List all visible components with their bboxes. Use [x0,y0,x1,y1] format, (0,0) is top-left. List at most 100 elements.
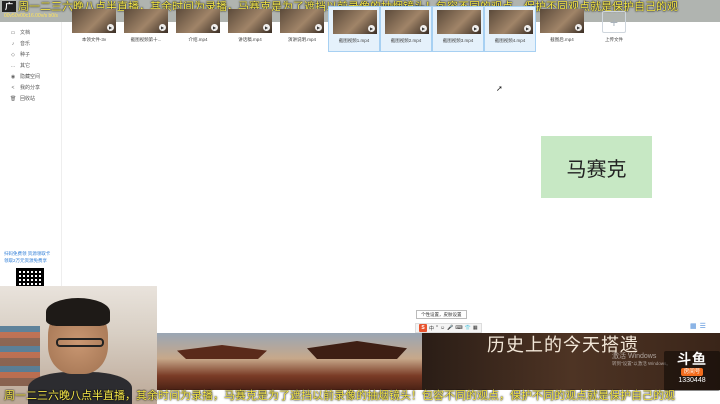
glasses-icon [56,338,104,347]
view-toggles: ▦ ☰ [690,322,706,330]
file-name: 介绍.mp4 [188,37,208,42]
chinese-mode-icon[interactable]: 中 [429,325,434,332]
sogou-icon[interactable]: S [419,324,427,332]
file-tile-selected[interactable]: ▶ 截图视频1.mp4 [328,6,380,52]
play-icon: ▶ [263,24,270,31]
play-icon: ▶ [524,25,531,32]
sidebar: ▭ 文档 ♪ 音乐 ◇ 种子 … 其它 ◉ 隐藏空间 < 我的分享 🗑 回收站 … [0,22,62,290]
mosaic-label-card: 马赛克 [541,136,652,198]
mouse-cursor-icon: ➚ [496,84,503,93]
seed-icon: ◇ [11,51,15,58]
file-name: 截图视频4.mp4 [494,38,526,43]
file-tile[interactable]: ▶ 截图视频第十... [120,6,172,52]
play-icon: ▶ [472,25,479,32]
douyu-logo: 斗鱼 [677,351,707,367]
play-icon: ▶ [368,25,375,32]
upload-label: 上传文件 [605,37,623,42]
file-tile[interactable]: ▶ 截图后.mp4 [536,6,588,52]
play-icon: ▶ [575,24,582,31]
video-strip: 历史上的今天搭遗 激活 Windows 转到"设置"以激活 Windows。 [157,333,720,390]
hidden-icon: ◉ [10,73,16,80]
tooltip: 个性设置，皮肤设置 [416,310,467,319]
qr-code-icon [16,268,44,288]
sidebar-item-other[interactable]: … 其它 [0,60,61,71]
file-name: 截图视频2.mp4 [390,38,422,43]
file-name: 讲话稿.mp4 [238,37,262,42]
video-thumbnail: ▶ [540,9,584,33]
plus-icon: + [602,11,626,33]
file-name: 截图视频第十... [130,37,162,42]
file-tile-selected[interactable]: ▶ 截图视频4.mp4 [484,6,536,52]
webcam-overlay [0,286,157,404]
sidebar-item-seeds[interactable]: ◇ 种子 [0,49,61,60]
microphone-icon[interactable]: 🎤 [447,325,453,331]
sidebar-item-docs[interactable]: ▭ 文档 [0,27,61,38]
file-tile-selected[interactable]: ▶ 截图视频3.mp4 [432,6,484,52]
skin-icon[interactable]: 👕 [465,325,471,331]
sidebar-item-label: 种子 [20,52,31,58]
sidebar-item-label: 其它 [20,63,31,69]
play-icon: ▶ [420,25,427,32]
sidebar-item-music[interactable]: ♪ 音乐 [0,38,61,49]
video-thumbnail: ▶ [385,10,429,34]
list-view-icon[interactable]: ☰ [700,322,706,330]
other-icon: … [10,62,16,69]
music-icon: ♪ [11,40,15,47]
file-tile[interactable]: ▶ 演讲说明.mp4 [276,6,328,52]
sidebar-item-label: 音乐 [20,41,31,47]
file-grid: ▶ 本领文件-3v ▶ 截图视频第十... ▶ 介绍.mp4 ▶ 讲话稿.mp4… [68,6,640,52]
file-icon: ▭ [10,29,16,36]
video-thumbnail: ▶ [228,9,272,33]
sidebar-item-label: 回收站 [20,96,36,102]
file-tile[interactable]: ▶ 介绍.mp4 [172,6,224,52]
bottom-marquee: 周一二三六晚八点半直播，其余时间为录播，马赛克是为了遮挡以前录像的抽烟镜头！包容… [4,390,675,402]
file-tile[interactable]: ▶ 本领文件-3v [68,6,120,52]
share-icon: < [11,84,15,91]
sidebar-item-label: 文档 [20,30,31,36]
punctuation-icon[interactable]: ° [436,325,438,331]
palace-image [157,333,422,390]
webcam-background [0,326,40,386]
emoji-icon[interactable]: ☺ [440,325,445,331]
webcam-person-hair [46,298,110,326]
promo-text[interactable]: 扫码免费领 资源领取卡 领取2万元资源免费享 [4,250,58,264]
grid-view-icon[interactable]: ▦ [690,322,697,330]
file-tile[interactable]: ▶ 讲话稿.mp4 [224,6,276,52]
upload-file-tile[interactable]: + 上传文件 [588,6,640,52]
keyboard-icon[interactable]: ⌨ [455,325,462,331]
play-icon: ▶ [211,24,218,31]
app-logo: 广 [2,1,16,12]
activate-line: 激活 Windows [612,353,657,360]
activate-windows-watermark: 激活 Windows 转到"设置"以激活 Windows。 [612,353,671,367]
file-name: 演讲说明.mp4 [287,37,316,42]
promo-line: 领取2万元资源免费享 [4,258,48,263]
ime-toolbar: S 中 ° ☺ 🎤 ⌨ 👕 ▦ [415,323,482,333]
room-label: 房间号 [680,368,704,376]
video-thumbnail: ▶ [333,10,377,34]
palace-roof [177,345,267,359]
play-icon: ▶ [107,24,114,31]
toolbox-icon[interactable]: ▦ [473,325,478,331]
video-thumbnail: ▶ [176,9,220,33]
play-icon: ▶ [159,24,166,31]
play-icon: ▶ [315,24,322,31]
sidebar-item-trash[interactable]: 🗑 回收站 [0,93,61,104]
video-thumbnail: ▶ [72,9,116,33]
sidebar-item-hidden-space[interactable]: ◉ 隐藏空间 [0,71,61,82]
activate-line: 转到"设置"以激活 Windows。 [612,361,671,366]
trash-icon: 🗑 [10,95,17,102]
room-number: 1330448 [678,377,706,384]
sidebar-item-my-share[interactable]: < 我的分享 [0,82,61,93]
file-name: 截图视频1.mp4 [338,38,370,43]
video-thumbnail: ▶ [124,9,168,33]
video-thumbnail: ▶ [489,10,533,34]
video-thumbnail: ▶ [437,10,481,34]
sidebar-item-label: 隐藏空间 [20,74,41,80]
file-name: 本领文件-3v [81,37,107,42]
file-name: 截图视频3.mp4 [442,38,474,43]
palace-roof [307,341,407,359]
sidebar-item-label: 我的分享 [20,85,41,91]
promo-line: 扫码免费领 资源领取卡 [4,251,51,256]
douyu-badge: 斗鱼 房间号 1330448 [664,351,720,391]
file-tile-selected[interactable]: ▶ 截图视频2.mp4 [380,6,432,52]
